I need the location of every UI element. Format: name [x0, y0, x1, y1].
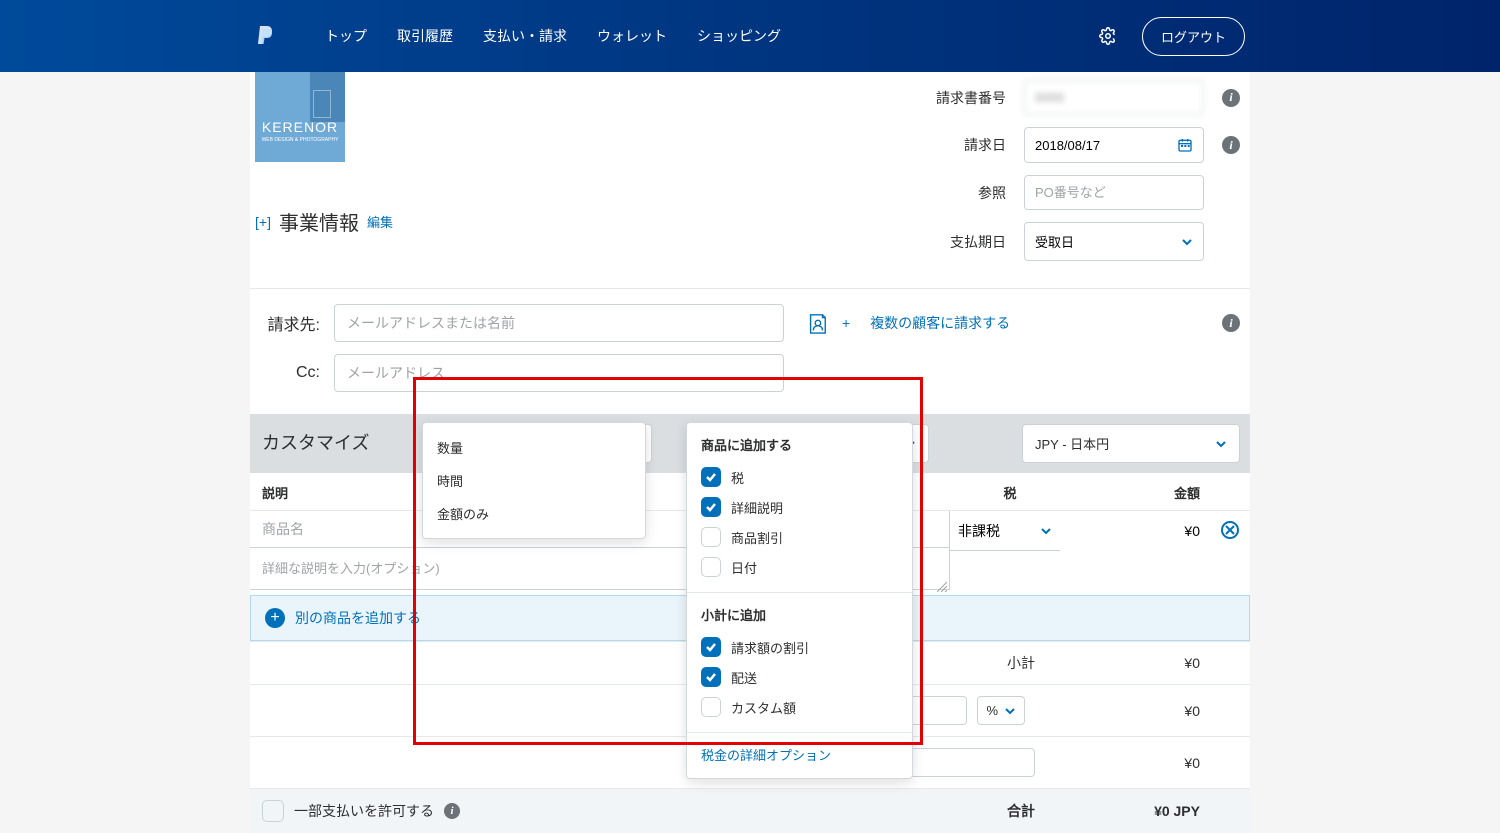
- delete-item-button[interactable]: [1221, 521, 1239, 539]
- plus-icon: +: [265, 608, 285, 628]
- reference-label: 参照: [936, 183, 1006, 203]
- nav-history[interactable]: 取引履歴: [397, 26, 453, 46]
- bill-to-label: 請求先:: [255, 311, 320, 335]
- detail-dropdown: 商品に追加する 税 詳細説明 商品割引 日付 小計に追加 請求額の割引 配送 カ…: [686, 422, 913, 779]
- checkbox-icon: [701, 637, 721, 657]
- add-to-subtotal-title: 小計に追加: [687, 593, 912, 632]
- detail-item-tax[interactable]: 税: [687, 462, 912, 492]
- address-book-icon[interactable]: [806, 311, 828, 335]
- percent-select[interactable]: %: [977, 696, 1025, 725]
- main-nav: トップ 取引履歴 支払い・請求 ウォレット ショッピング: [325, 26, 1099, 46]
- tax-detail-options-link[interactable]: 税金の詳細オプション: [687, 733, 912, 778]
- grand-total-label: 合計: [770, 801, 1050, 821]
- checkbox-icon: [701, 527, 721, 547]
- subtotal-item-discount[interactable]: 請求額の割引: [687, 632, 912, 662]
- bill-to-input[interactable]: [334, 304, 784, 342]
- info-icon[interactable]: i: [1222, 136, 1240, 154]
- chevron-down-icon: [1040, 525, 1052, 537]
- col-amount: 金額: [1050, 483, 1200, 502]
- paypal-logo[interactable]: [255, 24, 275, 48]
- qty-option-amount-only[interactable]: 金額のみ: [423, 497, 645, 530]
- edit-link[interactable]: 編集: [367, 212, 393, 231]
- chevron-down-icon: [1181, 236, 1193, 248]
- business-logo[interactable]: KERENOR WEB DESIGN & PHOTOGRAPHY: [255, 72, 345, 162]
- calendar-icon[interactable]: [1177, 137, 1193, 153]
- discount-value: ¥0: [1050, 703, 1200, 719]
- detail-item-date[interactable]: 日付: [687, 552, 912, 582]
- customize-label: カスタマイズ: [262, 433, 422, 455]
- gear-icon[interactable]: [1099, 27, 1117, 45]
- add-customers-link[interactable]: 複数の顧客に請求する: [870, 313, 1010, 333]
- partial-payment-label: 一部支払いを許可する: [294, 801, 434, 821]
- resize-handle-icon[interactable]: [937, 582, 947, 592]
- brand-name: KERENOR: [262, 119, 338, 135]
- qty-option-quantity[interactable]: 数量: [423, 431, 645, 464]
- nav-wallet[interactable]: ウォレット: [597, 26, 667, 46]
- cc-input[interactable]: [334, 354, 784, 392]
- chevron-down-icon: [1004, 705, 1016, 717]
- subtotal-value: ¥0: [1050, 655, 1200, 671]
- grand-total-value: ¥0 JPY: [1050, 803, 1200, 819]
- brand-tagline: WEB DESIGN & PHOTOGRAPHY: [262, 137, 339, 143]
- invoice-date-label: 請求日: [936, 135, 1006, 155]
- subtotal-item-shipping[interactable]: 配送: [687, 662, 912, 692]
- item-amount: ¥0: [1060, 511, 1210, 595]
- checkbox-icon: [701, 667, 721, 687]
- invoice-date-value: 2018/08/17: [1035, 138, 1100, 153]
- cc-label: Cc:: [255, 364, 320, 382]
- info-icon[interactable]: i: [444, 803, 460, 819]
- invoice-form: KERENOR WEB DESIGN & PHOTOGRAPHY [+] 事業情…: [250, 72, 1250, 833]
- checkbox-icon: [701, 697, 721, 717]
- chevron-down-icon: [1215, 438, 1227, 450]
- quantity-dropdown: 数量 時間 金額のみ: [422, 422, 646, 539]
- col-tax: 税: [970, 483, 1050, 502]
- info-icon[interactable]: i: [1222, 314, 1240, 332]
- nav-shopping[interactable]: ショッピング: [697, 26, 781, 46]
- add-to-item-title: 商品に追加する: [687, 423, 912, 462]
- logout-button[interactable]: ログアウト: [1142, 17, 1245, 56]
- invoice-date-input[interactable]: 2018/08/17: [1024, 127, 1204, 163]
- checkbox-icon: [701, 467, 721, 487]
- shipping-value: ¥0: [1050, 755, 1200, 771]
- expand-icon[interactable]: [+]: [255, 214, 271, 230]
- business-info-label: 事業情報: [279, 207, 359, 236]
- nav-invoice[interactable]: 支払い・請求: [483, 26, 567, 46]
- nav-top[interactable]: トップ: [325, 26, 367, 46]
- info-icon[interactable]: i: [1222, 89, 1240, 107]
- checkbox-icon: [701, 557, 721, 577]
- reference-input[interactable]: [1024, 175, 1204, 210]
- detail-item-discount[interactable]: 商品割引: [687, 522, 912, 552]
- invoice-number-label: 請求書番号: [936, 88, 1006, 108]
- due-date-label: 支払期日: [936, 232, 1006, 252]
- checkbox-icon: [701, 497, 721, 517]
- invoice-number-input[interactable]: [1024, 80, 1204, 115]
- partial-payment-checkbox[interactable]: [262, 800, 284, 822]
- detail-item-description[interactable]: 詳細説明: [687, 492, 912, 522]
- add-item-label: 別の商品を追加する: [295, 608, 421, 628]
- subtotal-item-custom[interactable]: カスタム額: [687, 692, 912, 722]
- qty-option-hours[interactable]: 時間: [423, 464, 645, 497]
- due-date-select[interactable]: 受取日: [1024, 222, 1204, 261]
- due-date-value: 受取日: [1035, 232, 1074, 251]
- item-tax-select[interactable]: 非課税: [950, 511, 1060, 551]
- currency-select[interactable]: JPY - 日本円: [1022, 424, 1240, 463]
- top-header: トップ 取引履歴 支払い・請求 ウォレット ショッピング ログアウト: [0, 0, 1500, 72]
